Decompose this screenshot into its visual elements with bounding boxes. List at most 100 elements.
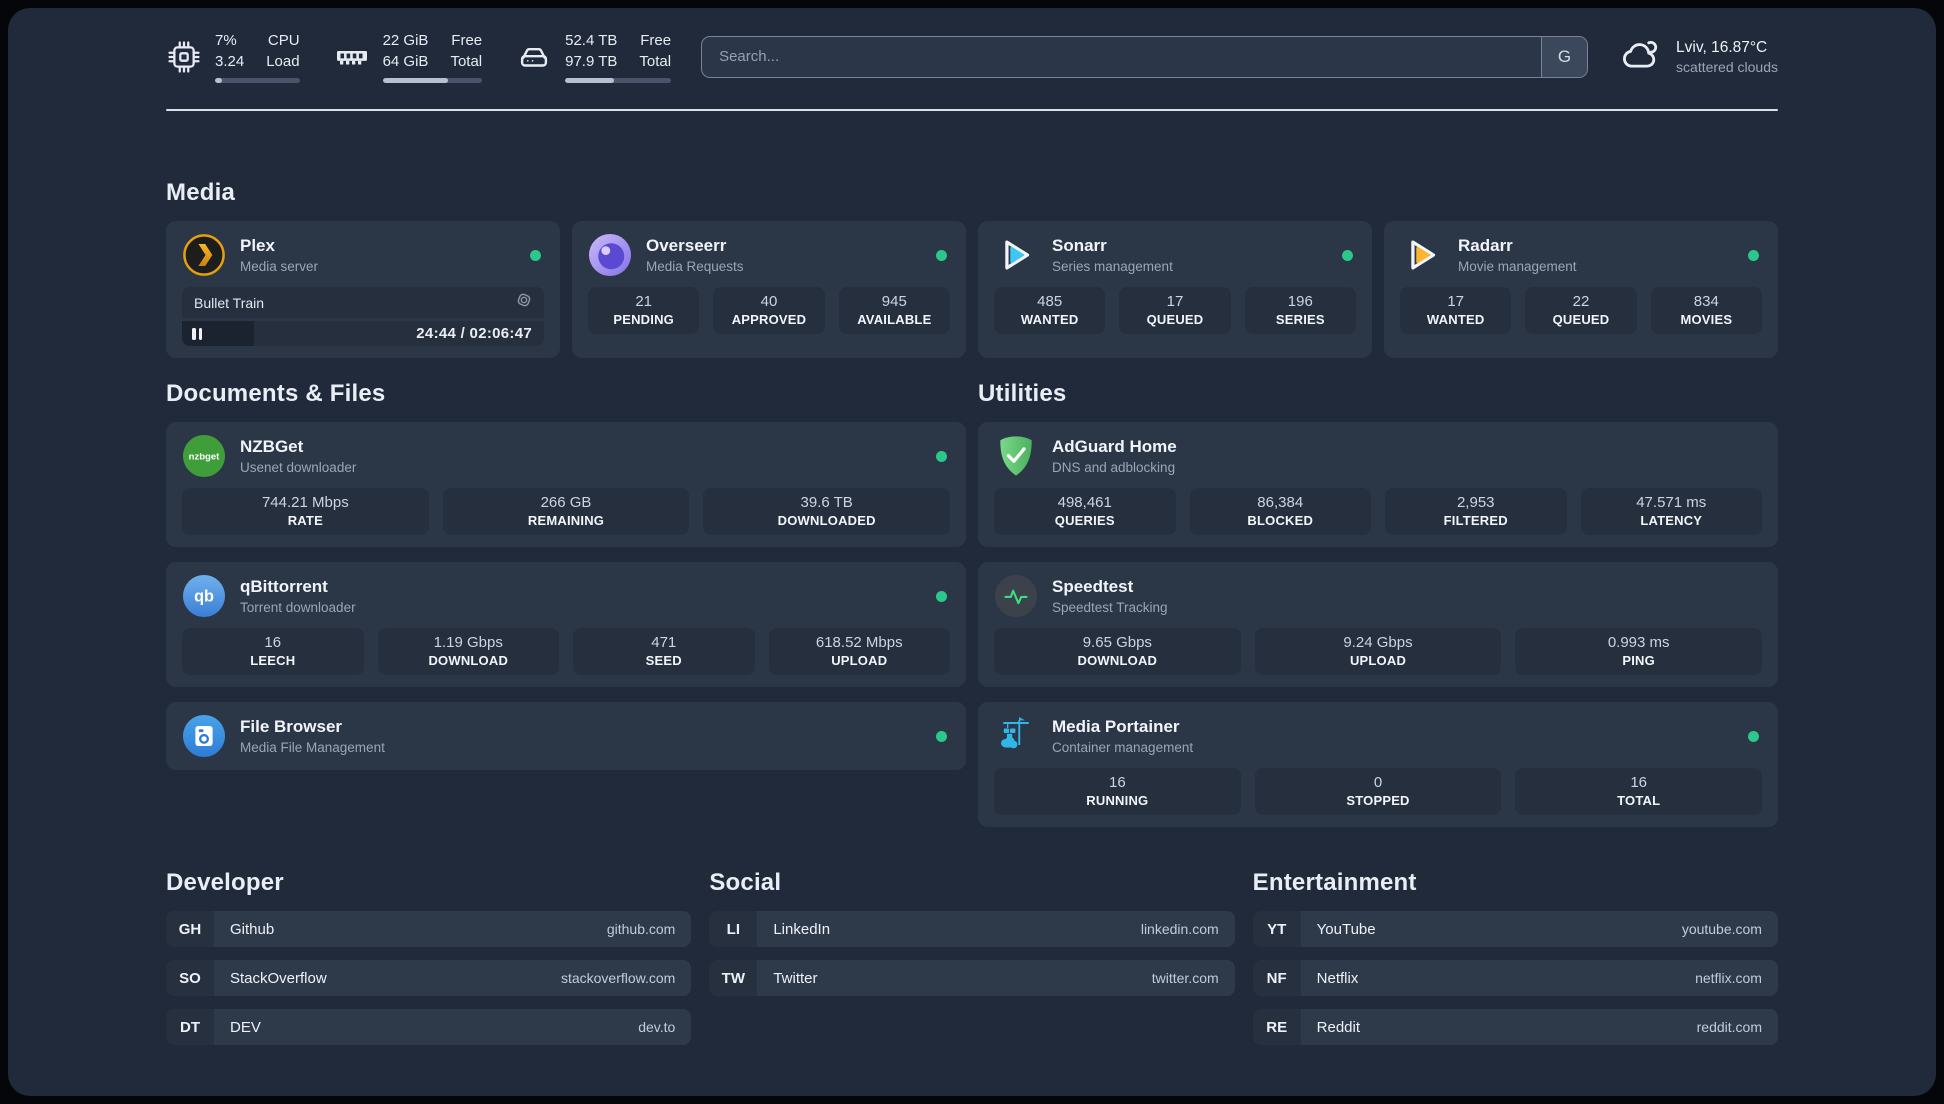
stat-wanted: 485 WANTED (994, 287, 1106, 334)
cpu-usage-value: 7% (215, 32, 237, 49)
link-linkedin[interactable]: LI LinkedIn linkedin.com (709, 911, 1235, 947)
memory-total-value: 64 GiB (382, 53, 429, 70)
stat-value: 1.19 Gbps (433, 634, 503, 651)
section-title-documents: Documents & Files (166, 380, 386, 407)
stat-label: PING (1622, 653, 1655, 668)
link-netflix[interactable]: NF Netflix netflix.com (1252, 960, 1778, 996)
stat-blocked: 86,384 BLOCKED (1189, 488, 1371, 535)
link-tag: SO (166, 960, 214, 996)
stat-downloaded: 39.6 TB DOWNLOADED (703, 488, 951, 535)
portainer-icon (994, 714, 1038, 758)
app-name: File Browser (240, 717, 343, 736)
stat-rate: 744.21 Mbps RATE (182, 488, 429, 535)
link-reddit[interactable]: RE Reddit reddit.com (1252, 1009, 1778, 1045)
entertainment-section: Entertainment YT YouTube youtube.com NF … (1252, 869, 1778, 1045)
stat-value: 618.52 Mbps (815, 634, 903, 651)
stat-value: 22 (1572, 293, 1590, 310)
nzbget-icon: nzbget (182, 434, 226, 478)
system-stats: 7% 3.24 CPU Load 22 GiB 64 GiB Free Tota… (166, 30, 672, 83)
cog-icon (516, 292, 532, 313)
stat-value: 21 (635, 293, 652, 310)
app-card-filebrowser[interactable]: File Browser Media File Management (166, 702, 966, 770)
stat-value: 0 (1373, 774, 1383, 791)
stat-value: 39.6 TB (800, 494, 853, 511)
link-dev-to[interactable]: DT DEV dev.to (166, 1009, 692, 1045)
storage-free-value: 52.4 TB (565, 32, 618, 49)
app-card-speedtest[interactable]: Speedtest Speedtest Tracking 9.65 Gbps D… (978, 562, 1778, 687)
link-stackoverflow[interactable]: SO StackOverflow stackoverflow.com (166, 960, 692, 996)
status-online-dot (936, 590, 947, 602)
stat-label: QUEUED (1552, 312, 1610, 327)
stat-leech: 16 LEECH (182, 628, 364, 675)
app-description: Speedtest Tracking (1052, 600, 1168, 615)
stat-label: FILTERED (1443, 513, 1508, 528)
status-online-dot (936, 730, 947, 742)
status-online-dot (1748, 249, 1759, 261)
memory-free-label: Free (451, 32, 483, 49)
status-online-dot (1748, 730, 1759, 742)
cpu-chip-icon (166, 39, 202, 75)
app-card-overseerr[interactable]: Overseerr Media Requests 21 PENDING 40 A… (572, 221, 966, 358)
app-description: DNS and adblocking (1052, 460, 1176, 475)
stat-value: 945 (881, 293, 907, 310)
app-description: Torrent downloader (240, 600, 356, 615)
stat-label: WANTED (1020, 312, 1079, 327)
app-card-qbittorrent[interactable]: qb qBittorrent Torrent downloader 16 LEE… (166, 562, 966, 687)
stat-label: DOWNLOADED (777, 513, 876, 528)
stat-label: AVAILABLE (857, 312, 932, 327)
stat-value: 16 (264, 634, 282, 651)
memory-stat: 22 GiB 64 GiB Free Total (334, 30, 483, 83)
stat-ping: 0.993 ms PING (1515, 628, 1763, 675)
link-github[interactable]: GH Github github.com (166, 911, 692, 947)
link-youtube[interactable]: YT YouTube youtube.com (1252, 911, 1778, 947)
stat-value: 86,384 (1257, 494, 1304, 511)
stat-wanted: 17 WANTED (1400, 287, 1512, 334)
link-url: youtube.com (1681, 921, 1762, 937)
app-card-adguard[interactable]: AdGuard Home DNS and adblocking 498,461 … (978, 422, 1778, 547)
stat-latency: 47.571 ms LATENCY (1580, 488, 1762, 535)
app-card-sonarr[interactable]: Sonarr Series management 485 WANTED 17 Q… (978, 221, 1372, 358)
documents-section: Documents & Files nzbget NZBGet Usenet d… (166, 380, 966, 770)
stat-value: 17 (1447, 293, 1464, 310)
section-title-social: Social (709, 869, 782, 896)
stat-label: SEED (645, 653, 682, 668)
link-tag: NF (1252, 960, 1301, 996)
memory-free-value: 22 GiB (382, 32, 429, 49)
filebrowser-icon (182, 714, 226, 758)
stat-value: 0.993 ms (1607, 634, 1670, 651)
link-name: LinkedIn (773, 920, 831, 938)
link-url: stackoverflow.com (560, 970, 676, 986)
adguard-icon (994, 434, 1038, 478)
stat-label: SERIES (1275, 312, 1325, 327)
stat-value: 17 (1166, 293, 1184, 310)
section-title-utilities: Utilities (978, 380, 1067, 407)
memory-progress-bar (382, 78, 483, 83)
storage-progress-bar (565, 78, 672, 83)
stat-value: 9.65 Gbps (1082, 634, 1152, 651)
media-section: Plex Media server Bullet Train 24:44 / 0… (166, 221, 1778, 358)
search-provider-button[interactable]: G (1541, 36, 1588, 77)
stat-value: 47.571 ms (1636, 494, 1707, 511)
app-name: AdGuard Home (1052, 437, 1177, 456)
stat-queued: 17 QUEUED (1119, 287, 1231, 334)
link-twitter[interactable]: TW Twitter twitter.com (709, 960, 1235, 996)
app-description: Movie management (1458, 259, 1577, 274)
stat-running: 16 RUNNING (994, 768, 1241, 815)
developer-section: Developer GH Github github.com SO StackO… (166, 869, 692, 1045)
playback-time: 24:44 / 02:06:47 (416, 325, 532, 342)
status-online-dot (936, 249, 947, 261)
pause-icon (192, 327, 202, 340)
app-card-nzbget[interactable]: nzbget NZBGet Usenet downloader 744.21 M… (166, 422, 966, 547)
app-card-plex[interactable]: Plex Media server Bullet Train 24:44 / 0… (166, 221, 560, 358)
stat-label: QUEUED (1146, 312, 1204, 327)
plex-now-playing: Bullet Train 24:44 / 02:06:47 (182, 287, 544, 346)
overseerr-icon (588, 233, 632, 277)
speedtest-icon (994, 574, 1038, 618)
stat-value: 196 (1287, 293, 1313, 310)
app-card-portainer[interactable]: Media Portainer Container management 16 … (978, 702, 1778, 827)
app-card-radarr[interactable]: Radarr Movie management 17 WANTED 22 QUE… (1384, 221, 1778, 358)
link-name: Github (230, 920, 275, 938)
search-input[interactable] (702, 36, 1542, 77)
link-tag: LI (709, 911, 758, 947)
stat-value: 498,461 (1057, 494, 1112, 511)
